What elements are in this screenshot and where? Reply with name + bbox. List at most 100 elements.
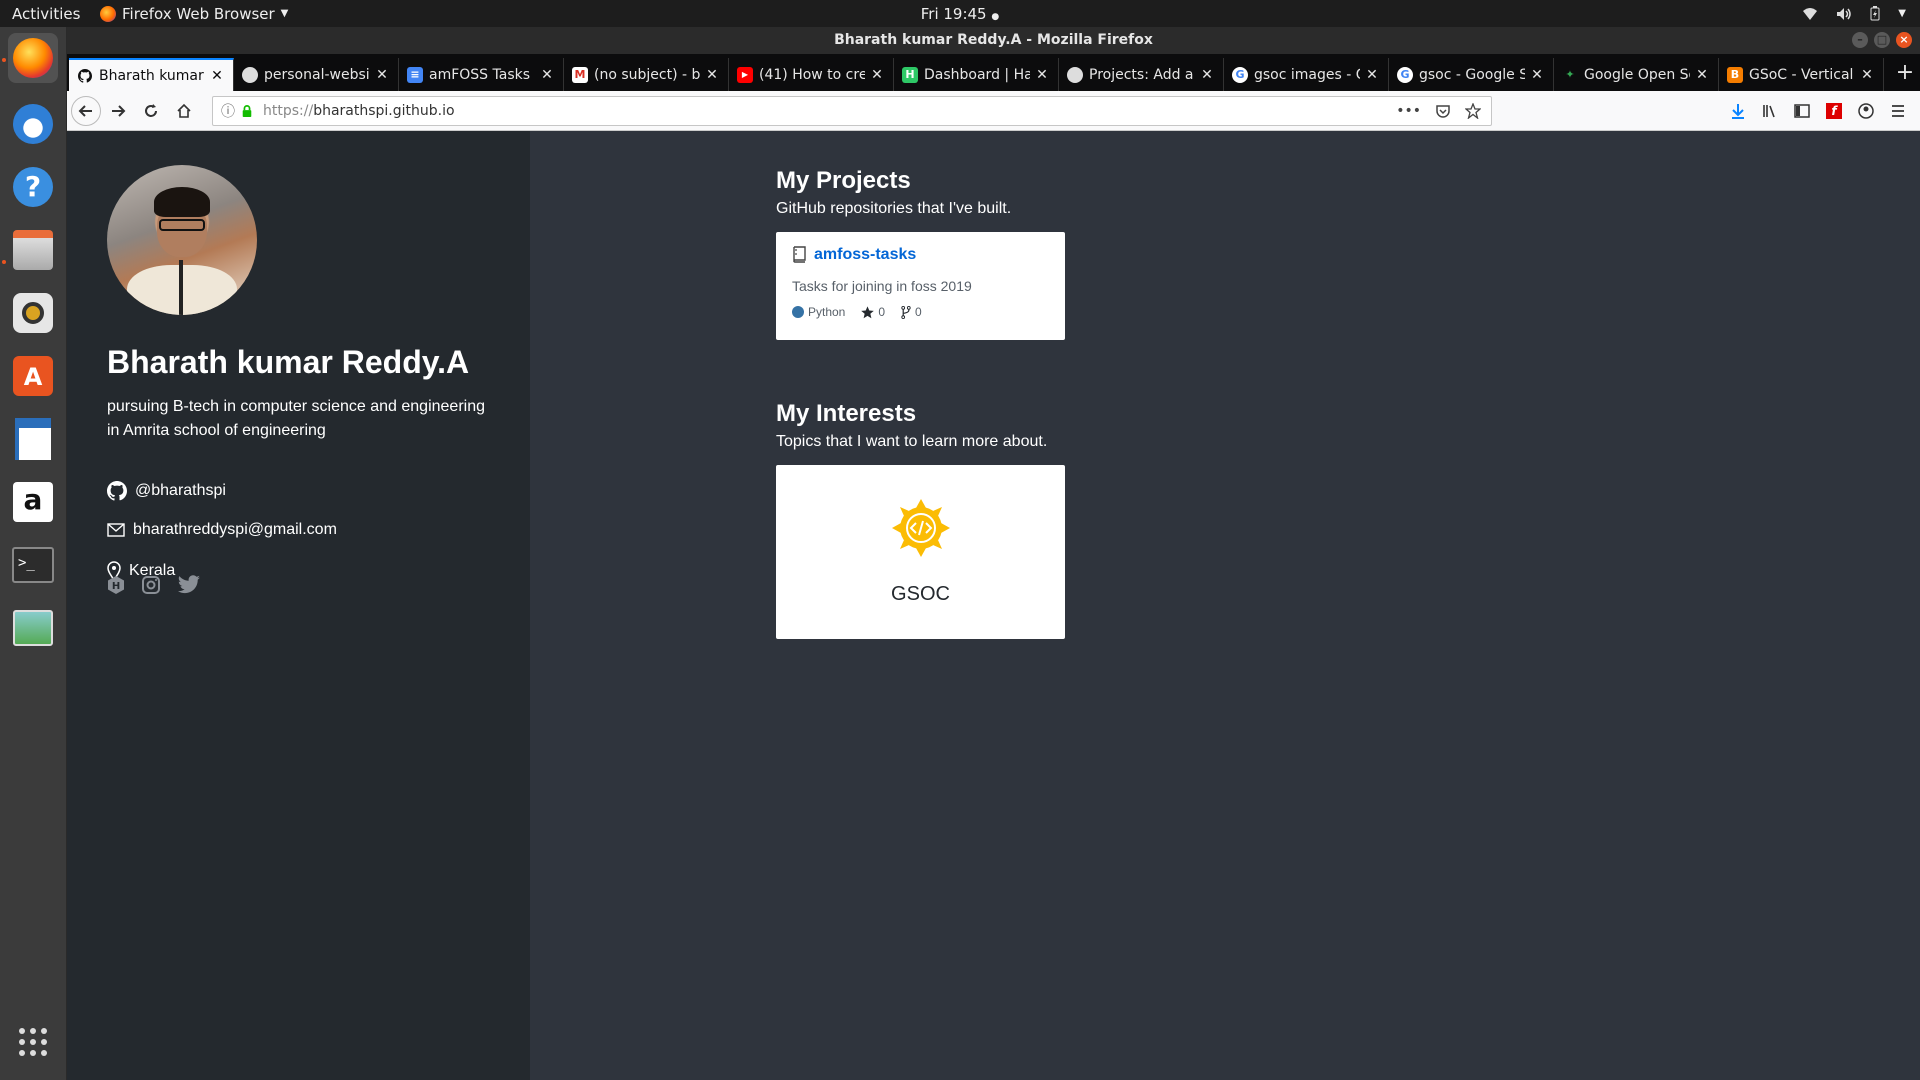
files-icon	[13, 230, 53, 270]
account-icon[interactable]	[1858, 102, 1874, 119]
tab-hackerrank[interactable]: H Dashboard | Hackerrank ✕	[894, 58, 1059, 91]
email-address[interactable]: bharathreddyspi@gmail.com	[133, 521, 337, 539]
home-button[interactable]	[168, 95, 200, 127]
dock-writer[interactable]	[8, 414, 58, 464]
hackerrank-icon[interactable]: H	[107, 575, 125, 595]
tab-label: gsoc - Google Search	[1419, 66, 1525, 83]
tab-strip: Bharath kumar Reddy.A ✕ personal-website…	[67, 54, 1920, 91]
tab-gsoc-images[interactable]: G gsoc images - Google ✕	[1224, 58, 1389, 91]
tab-bharath-kumar[interactable]: Bharath kumar Reddy.A ✕	[69, 58, 234, 91]
social-links: H	[107, 575, 201, 595]
repo-forks[interactable]: 0	[901, 305, 922, 319]
google-open-source-icon: ✦	[1565, 68, 1575, 81]
github-handle-row[interactable]: @bharathspi	[107, 481, 226, 501]
repo-title-row[interactable]: amfoss-tasks	[792, 246, 916, 264]
tab-amfoss-tasks[interactable]: ≡ amFOSS Tasks ✕	[399, 58, 564, 91]
bookmark-star-icon[interactable]	[1465, 102, 1481, 119]
tab-projects[interactable]: Projects: Add a ✕	[1059, 58, 1224, 91]
library-icon[interactable]	[1762, 103, 1778, 119]
close-window-button[interactable]: ×	[1896, 32, 1912, 48]
lock-icon[interactable]	[241, 104, 253, 117]
youtube-icon: ▶	[737, 66, 753, 83]
page-actions-icon[interactable]: •••	[1396, 103, 1421, 119]
dock-software[interactable]: A	[8, 351, 58, 401]
close-tab-icon[interactable]: ✕	[539, 67, 555, 83]
dock-thunderbird[interactable]	[8, 99, 58, 149]
hamburger-menu-icon[interactable]	[1890, 103, 1906, 119]
window-title: Bharath kumar Reddy.A - Mozilla Firefox	[834, 32, 1153, 48]
arrow-left-icon	[78, 104, 92, 117]
hackerrank-icon: H	[902, 66, 918, 83]
email-row[interactable]: bharathreddyspi@gmail.com	[107, 521, 337, 539]
info-icon[interactable]: ⓘ	[221, 101, 235, 121]
twitter-icon[interactable]	[177, 575, 201, 595]
repo-forks-count: 0	[915, 305, 922, 319]
url-protocol: https://	[263, 102, 314, 119]
dock-rhythmbox[interactable]	[8, 288, 58, 338]
reload-button[interactable]	[135, 95, 167, 127]
repo-card[interactable]: amfoss-tasks Tasks for joining in foss 2…	[776, 232, 1065, 340]
clock[interactable]: Fri 19:45	[921, 5, 987, 23]
close-tab-icon[interactable]: ✕	[1364, 67, 1380, 83]
tab-youtube[interactable]: ▶ (41) How to create ✕	[729, 58, 894, 91]
url-bar[interactable]: ⓘ https://bharathspi.github.io •••	[212, 95, 1492, 126]
page-content: Bharath kumar Reddy.A pursuing B-tech in…	[67, 131, 1920, 1080]
tab-label: amFOSS Tasks	[429, 66, 531, 83]
repo-language: Python	[792, 305, 845, 319]
tab-label: Projects: Add a	[1089, 66, 1194, 83]
repo-name[interactable]: amfoss-tasks	[814, 246, 916, 264]
instagram-icon[interactable]	[141, 575, 161, 595]
interest-card[interactable]: GSOC	[776, 465, 1065, 639]
app-menu[interactable]: Firefox Web Browser ▼	[100, 5, 288, 23]
window-titlebar[interactable]: Bharath kumar Reddy.A - Mozilla Firefox …	[67, 27, 1920, 54]
close-tab-icon[interactable]: ✕	[1859, 67, 1875, 83]
navigation-toolbar: ⓘ https://bharathspi.github.io ••• f	[67, 91, 1920, 131]
system-tray[interactable]: ▼	[1802, 0, 1906, 27]
github-icon	[77, 68, 93, 84]
tab-gsoc-search[interactable]: G gsoc - Google Search ✕	[1389, 58, 1554, 91]
dock-image-viewer[interactable]	[8, 603, 58, 653]
back-button[interactable]	[71, 95, 101, 126]
maximize-button[interactable]: □	[1874, 32, 1890, 48]
close-tab-icon[interactable]: ✕	[1529, 67, 1545, 83]
close-tab-icon[interactable]: ✕	[1034, 67, 1050, 83]
download-icon[interactable]	[1730, 103, 1746, 119]
tab-personal-website[interactable]: personal-website ✕	[234, 58, 399, 91]
tab-label: Bharath kumar Reddy.A	[99, 67, 205, 84]
tab-gmail[interactable]: M (no subject) - bharath ✕	[564, 58, 729, 91]
dock: ? A a >_	[0, 27, 67, 1080]
tab-label: Dashboard | Hackerrank	[924, 66, 1030, 83]
sidebar-toggle-icon[interactable]	[1794, 103, 1810, 119]
system-top-bar: Activities Firefox Web Browser ▼ Fri 19:…	[0, 0, 1920, 27]
show-applications-button[interactable]	[8, 1017, 58, 1067]
window-controls: – □ ×	[1852, 32, 1912, 48]
dock-firefox[interactable]	[8, 33, 58, 83]
new-tab-button[interactable]: +	[1890, 58, 1920, 91]
close-tab-icon[interactable]: ✕	[869, 67, 885, 83]
github-handle[interactable]: @bharathspi	[135, 482, 226, 500]
flash-extension-icon[interactable]: f	[1826, 102, 1842, 119]
dock-help[interactable]: ?	[8, 162, 58, 212]
repo-description: Tasks for joining in foss 2019	[792, 278, 972, 294]
close-tab-icon[interactable]: ✕	[704, 67, 720, 83]
dock-terminal[interactable]: >_	[8, 540, 58, 590]
profile-bio: pursuing B-tech in computer science and …	[107, 398, 486, 439]
tab-gsoc-vertical[interactable]: B GSoC - Vertical ✕	[1719, 58, 1884, 91]
close-tab-icon[interactable]: ✕	[374, 67, 390, 83]
github-icon	[242, 66, 258, 83]
google-icon: G	[1397, 66, 1413, 83]
tab-google-open-source[interactable]: ✦ Google Open Source ✕	[1554, 58, 1719, 91]
activities-button[interactable]: Activities	[0, 5, 92, 23]
projects-subtitle: GitHub repositories that I've built.	[776, 200, 1012, 217]
tab-label: (41) How to create	[759, 66, 865, 83]
dock-files[interactable]	[8, 225, 58, 275]
close-tab-icon[interactable]: ✕	[1694, 67, 1710, 83]
interests-subtitle: Topics that I want to learn more about.	[776, 433, 1048, 450]
forward-button[interactable]	[102, 95, 134, 127]
dock-amazon[interactable]: a	[8, 477, 58, 527]
close-tab-icon[interactable]: ✕	[1199, 67, 1215, 83]
repo-stars[interactable]: 0	[861, 305, 885, 319]
close-tab-icon[interactable]: ✕	[209, 68, 225, 84]
minimize-button[interactable]: –	[1852, 32, 1868, 48]
pocket-icon[interactable]	[1435, 103, 1451, 119]
